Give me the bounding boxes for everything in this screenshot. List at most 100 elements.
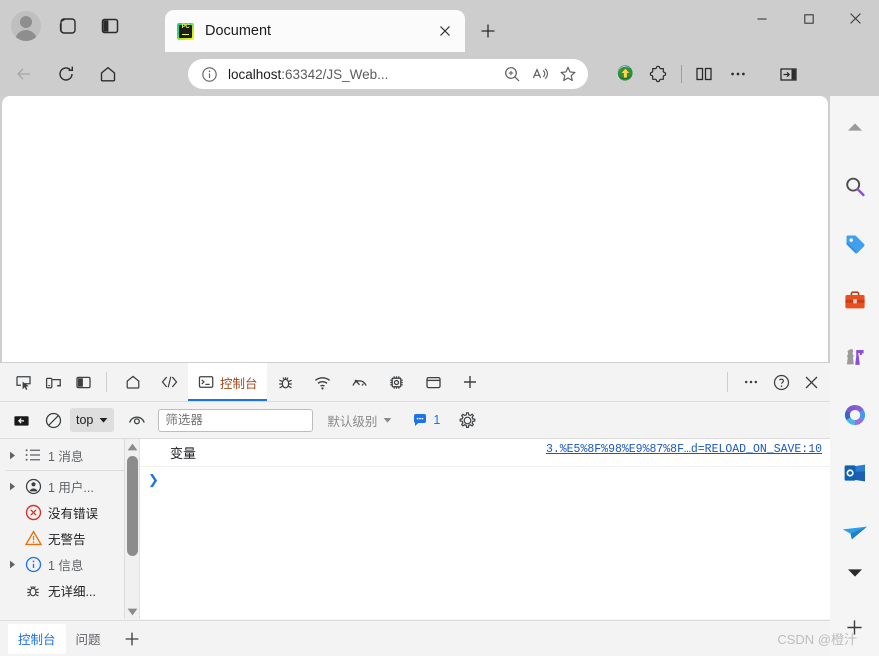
tab-memory[interactable]: [378, 363, 415, 401]
dock-side-button[interactable]: [68, 367, 98, 397]
refresh-button[interactable]: [48, 56, 84, 92]
sidebar-games-button[interactable]: [836, 339, 874, 377]
tab-close-button[interactable]: [433, 19, 457, 43]
plus-icon: [481, 24, 495, 38]
zoom-button[interactable]: [498, 61, 526, 87]
profile-avatar-button[interactable]: [6, 8, 46, 44]
read-aloud-icon: [532, 68, 548, 80]
plus-icon: [125, 632, 138, 645]
sidebar-add-app-button[interactable]: [836, 608, 874, 646]
avatar-icon: [11, 11, 41, 41]
close-icon: [850, 13, 861, 24]
browser-window: PC Document localhost:63342/JS_Web... 控制…: [0, 0, 879, 656]
sidebar-item-info[interactable]: 1 信息: [0, 551, 139, 577]
favorite-button[interactable]: [554, 61, 582, 87]
close-window-button[interactable]: [832, 0, 879, 37]
maximize-button[interactable]: [785, 0, 832, 37]
scroll-up-arrow-icon[interactable]: [125, 439, 139, 454]
live-expression-button[interactable]: [122, 405, 152, 435]
sidebar-item-verbose[interactable]: 无详细...: [0, 577, 139, 603]
console-message-row[interactable]: 变量 3.%E5%8F%98%E9%87%8F…d=RELOAD_ON_SAVE…: [140, 439, 830, 467]
read-aloud-button[interactable]: [526, 61, 554, 87]
sidebar-shopping-button[interactable]: [836, 225, 874, 263]
sidebar-expand-button[interactable]: [836, 554, 874, 592]
browser-tab[interactable]: PC Document: [165, 10, 465, 52]
expand-triangle-icon[interactable]: [6, 451, 18, 460]
more-options-ellipsis-icon: [744, 380, 758, 384]
address-bar-text[interactable]: localhost:63342/JS_Web...: [222, 67, 498, 82]
sidebar-item-warnings[interactable]: 无警告: [0, 525, 139, 551]
console-body: 1 消息 1 用户... 没有错误 无警告 1 信息 无详细... 变量 3.%…: [0, 439, 830, 619]
site-info-button[interactable]: [196, 61, 222, 87]
open-sidebar-button[interactable]: [771, 59, 805, 89]
network-wifi-icon: [314, 376, 330, 389]
scroll-down-arrow-icon[interactable]: [125, 604, 139, 619]
page-viewport[interactable]: [2, 96, 828, 362]
devtools-divider: [727, 372, 728, 392]
inspect-element-button[interactable]: [8, 367, 38, 397]
drawer-tab-issues[interactable]: 问题: [66, 624, 111, 654]
more-ellipsis-icon: [731, 72, 745, 76]
sidebar-collapse-button[interactable]: [836, 108, 874, 146]
scrollbar-thumb[interactable]: [127, 456, 138, 556]
tab-elements[interactable]: [151, 363, 188, 401]
tab-network[interactable]: [304, 363, 341, 401]
back-button[interactable]: [6, 56, 42, 92]
more-panels-button[interactable]: [452, 363, 488, 401]
messages-list-icon: [23, 448, 43, 462]
refresh-icon: [59, 66, 73, 81]
more-options-button[interactable]: [721, 59, 755, 89]
tab-home[interactable]: [115, 363, 151, 401]
gear-icon: [459, 411, 476, 428]
tab-sources[interactable]: [267, 363, 304, 401]
sidebar-search-button[interactable]: [836, 168, 874, 206]
home-button[interactable]: [90, 56, 126, 92]
sidebar-telegram-button[interactable]: [836, 514, 874, 552]
devtools-more-button[interactable]: [736, 367, 766, 397]
sidebar-item-messages[interactable]: 1 消息: [0, 442, 139, 468]
more-tabs-plus-icon: [463, 376, 476, 388]
console-prompt[interactable]: ❯: [140, 467, 830, 488]
sidebar-item-user-messages[interactable]: 1 用户...: [0, 473, 139, 499]
sidebar-m365-button[interactable]: [836, 396, 874, 434]
expand-triangle-icon[interactable]: [6, 482, 18, 491]
console-sidebar-scrollbar[interactable]: [124, 439, 139, 619]
outlook-icon: [844, 464, 865, 482]
sidebar-item-errors[interactable]: 没有错误: [0, 499, 139, 525]
split-screen-button[interactable]: [687, 59, 721, 89]
tab-actions-button[interactable]: [90, 8, 130, 44]
console-message-text: 变量: [170, 446, 197, 461]
message-count-badge[interactable]: 1: [412, 412, 440, 428]
devtools-tabbar-right: [719, 367, 826, 397]
console-message-source-link[interactable]: 3.%E5%8F%98%E9%87%8F…d=RELOAD_ON_SAVE:10: [546, 443, 822, 456]
console-settings-button[interactable]: [452, 405, 482, 435]
expand-triangle-icon[interactable]: [6, 560, 18, 569]
sidebar-item-label: 无详细...: [48, 584, 96, 599]
drawer-tab-console[interactable]: 控制台: [8, 623, 66, 654]
devtools-close-button[interactable]: [796, 367, 826, 397]
tab-performance[interactable]: [341, 363, 378, 401]
home-icon: [126, 375, 140, 389]
sidebar-outlook-button[interactable]: [836, 454, 874, 492]
devtools-tab-bar: 控制台: [0, 363, 830, 402]
clear-console-button[interactable]: [38, 405, 68, 435]
extensions-button[interactable]: [642, 59, 676, 89]
device-toolbar-button[interactable]: [38, 367, 68, 397]
address-bar[interactable]: localhost:63342/JS_Web...: [188, 59, 588, 89]
pycharm-favicon: PC: [177, 22, 194, 40]
minimize-button[interactable]: [738, 0, 785, 37]
log-level-select[interactable]: 默认级别: [321, 408, 398, 432]
devtools-help-button[interactable]: [766, 367, 796, 397]
workspaces-button[interactable]: [48, 8, 88, 44]
drawer-add-tab-button[interactable]: [117, 624, 147, 654]
idm-extension-icon: [617, 65, 633, 81]
new-tab-button[interactable]: [472, 16, 504, 46]
execution-context-select[interactable]: top: [70, 408, 115, 432]
console-filter-input[interactable]: [158, 408, 314, 432]
tab-console[interactable]: 控制台: [188, 363, 267, 401]
title-bar: PC Document: [0, 0, 879, 52]
tab-application[interactable]: [415, 363, 452, 401]
console-sidebar-toggle-button[interactable]: [6, 405, 36, 435]
idm-extension-button[interactable]: [608, 59, 642, 89]
sidebar-tools-button[interactable]: [836, 282, 874, 320]
